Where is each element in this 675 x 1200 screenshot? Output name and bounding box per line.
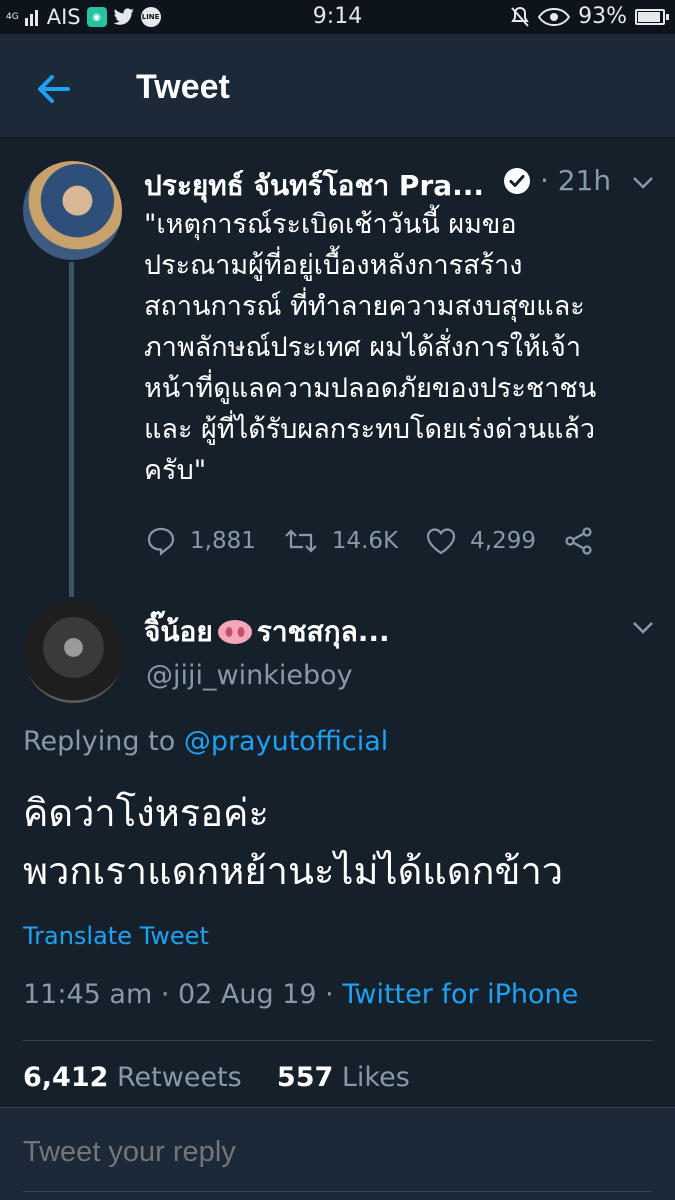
reply-author-name-prefix: จิ๊น้อย xyxy=(144,615,213,648)
retweets-label: Retweets xyxy=(117,1062,242,1093)
retweet-count: 14.6K xyxy=(331,528,399,554)
like-action[interactable]: 4,299 xyxy=(426,527,536,555)
parent-tweet-actions: 1,881 14.6K 4,299 xyxy=(146,522,636,560)
parent-chevron-down-icon[interactable] xyxy=(632,176,654,190)
back-arrow-icon xyxy=(38,75,70,103)
pig-nose-emoji-icon xyxy=(217,620,252,644)
likes-label: Likes xyxy=(341,1062,410,1093)
battery-icon xyxy=(635,8,669,25)
tweet-reply-input[interactable] xyxy=(23,1136,643,1169)
parent-tweet-time: · 21h xyxy=(540,164,612,197)
likes-total: 557 xyxy=(276,1062,334,1093)
parent-tweet-text: "เหตุการณ์ระเบิดเช้าวันนี้ ผมขอ ประณามผู… xyxy=(144,204,654,491)
top-app-bar: Tweet xyxy=(0,34,675,138)
battery-level xyxy=(638,11,660,22)
reply-composer xyxy=(0,1107,675,1200)
status-right: 93% xyxy=(510,4,669,29)
retweet-icon xyxy=(285,529,317,553)
reply-action[interactable]: 1,881 xyxy=(146,526,256,556)
tweet-source-link[interactable]: Twitter for iPhone xyxy=(342,979,578,1010)
reply-tweet-text: คิดว่าโง่หรอค่ะ พวกเราแดกหย้านะไม่ได้แดก… xyxy=(23,784,663,900)
battery-percent: 93% xyxy=(578,4,627,29)
reply-icon xyxy=(147,527,175,556)
replying-to-mention-link[interactable]: @prayutofficial xyxy=(184,726,388,757)
translate-tweet-link[interactable]: Translate Tweet xyxy=(23,922,209,950)
retweets-total: 6,412 xyxy=(23,1062,109,1093)
verified-badge-icon xyxy=(504,168,530,194)
tweet-timestamp: 11:45 am · 02 Aug 19 · xyxy=(23,979,334,1010)
parent-tweet-line: หน้าที่ดูแลความปลอดภัยของประชาชน xyxy=(144,373,597,404)
reply-author-name[interactable]: จิ๊น้อย ราชสกุล... xyxy=(144,610,390,654)
parent-tweet-line: "เหตุการณ์ระเบิดเช้าวันนี้ ผมขอ xyxy=(144,209,517,240)
share-icon xyxy=(565,527,592,555)
likes-stat[interactable]: 557 Likes xyxy=(277,1062,410,1093)
status-bar: 4G AIS ◉ LINE 9:14 93% xyxy=(0,0,675,34)
share-action[interactable] xyxy=(564,526,608,556)
back-button[interactable] xyxy=(30,64,78,112)
divider xyxy=(23,1040,653,1041)
replying-to-label: Replying to xyxy=(23,726,176,757)
reply-tweet-line: คิดว่าโง่หรอค่ะ xyxy=(23,791,269,835)
parent-tweet-line: ภาพลักษณ์ประเทศ ผมได้สั่งการให้เจ้า xyxy=(144,332,581,363)
heart-icon xyxy=(427,528,456,555)
reply-author-handle[interactable]: @jiji_winkieboy xyxy=(146,660,353,691)
parent-tweet-line: และ ผู้ที่ได้รับผลกระทบโดยเร่งด่วนแล้ว xyxy=(144,414,596,445)
reply-author-name-suffix: ราชสกุล... xyxy=(256,615,390,648)
eye-icon xyxy=(538,7,571,26)
reply-input-underline xyxy=(23,1191,652,1192)
like-count: 4,299 xyxy=(470,528,537,554)
tweet-meta: 11:45 am · 02 Aug 19 · Twitter for iPhon… xyxy=(23,979,578,1010)
parent-author-avatar[interactable] xyxy=(23,161,122,260)
reply-author-avatar[interactable] xyxy=(23,602,124,703)
thread-connector-line xyxy=(69,262,74,597)
mute-icon xyxy=(511,6,529,27)
retweets-stat[interactable]: 6,412 Retweets xyxy=(23,1062,242,1093)
reply-chevron-down-icon[interactable] xyxy=(632,621,654,635)
page-title: Tweet xyxy=(136,68,230,106)
parent-tweet-line: ประณามผู้ที่อยู่เบื้องหลังการสร้าง xyxy=(144,250,523,281)
parent-tweet-line: ครับ" xyxy=(144,455,207,486)
parent-author-name[interactable]: ประยุทธ์ จันทร์โอชา Pra... xyxy=(144,164,484,208)
reply-count: 1,881 xyxy=(190,528,256,554)
retweet-action[interactable]: 14.6K xyxy=(284,527,398,555)
engagement-stats: 6,412 Retweets 557 Likes xyxy=(23,1062,410,1093)
replying-to-line: Replying to @prayutofficial xyxy=(23,726,388,757)
parent-tweet-line: สถานการณ์ ที่ทำลายความสงบสุขและ xyxy=(144,291,585,322)
reply-tweet-line: พวกเราแดกหย้านะไม่ได้แดกข้าว xyxy=(23,849,564,893)
